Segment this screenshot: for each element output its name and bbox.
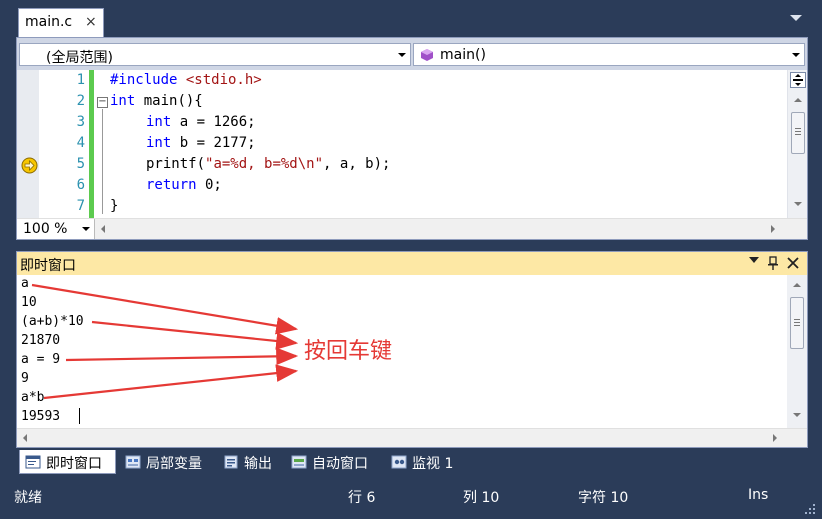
status-bar: 就绪 行 6 列 10 字符 10 Ins [0, 478, 822, 519]
watch-icon [391, 455, 407, 469]
tab-autos[interactable]: 自动窗口 [286, 450, 384, 474]
status-ready: 就绪 [14, 490, 42, 506]
annotation-arrows [31, 283, 299, 400]
annotation-arrow [43, 364, 299, 400]
tab-label: 即时窗口 [46, 456, 102, 472]
locals-icon [125, 455, 141, 469]
tab-label: 监视 1 [412, 456, 454, 472]
status-row: 行 6 [348, 490, 376, 506]
autos-icon [291, 455, 307, 469]
status-insert-mode: Ins [748, 487, 769, 503]
status-char: 字符 10 [578, 490, 629, 506]
annotation-arrow [65, 347, 299, 366]
status-column: 列 10 [463, 490, 500, 506]
tab-label: 局部变量 [146, 456, 202, 472]
tab-locals[interactable]: 局部变量 [120, 450, 216, 474]
annotation-label: 按回车键 [304, 339, 393, 364]
tool-window-tabs: 即时窗口 局部变量 输出 自动窗口 监视 1 [16, 448, 816, 474]
resize-grip-icon[interactable] [804, 503, 816, 515]
tab-label: 自动窗口 [312, 456, 368, 472]
immediate-window-icon [25, 455, 41, 469]
tab-label: 输出 [244, 456, 272, 472]
tab-watch-1[interactable]: 监视 1 [386, 450, 466, 474]
annotation-arrow [31, 283, 299, 335]
output-icon [224, 455, 238, 469]
annotation-arrow [91, 320, 299, 350]
tab-immediate-window[interactable]: 即时窗口 [19, 450, 116, 474]
tab-output[interactable]: 输出 [218, 450, 284, 474]
